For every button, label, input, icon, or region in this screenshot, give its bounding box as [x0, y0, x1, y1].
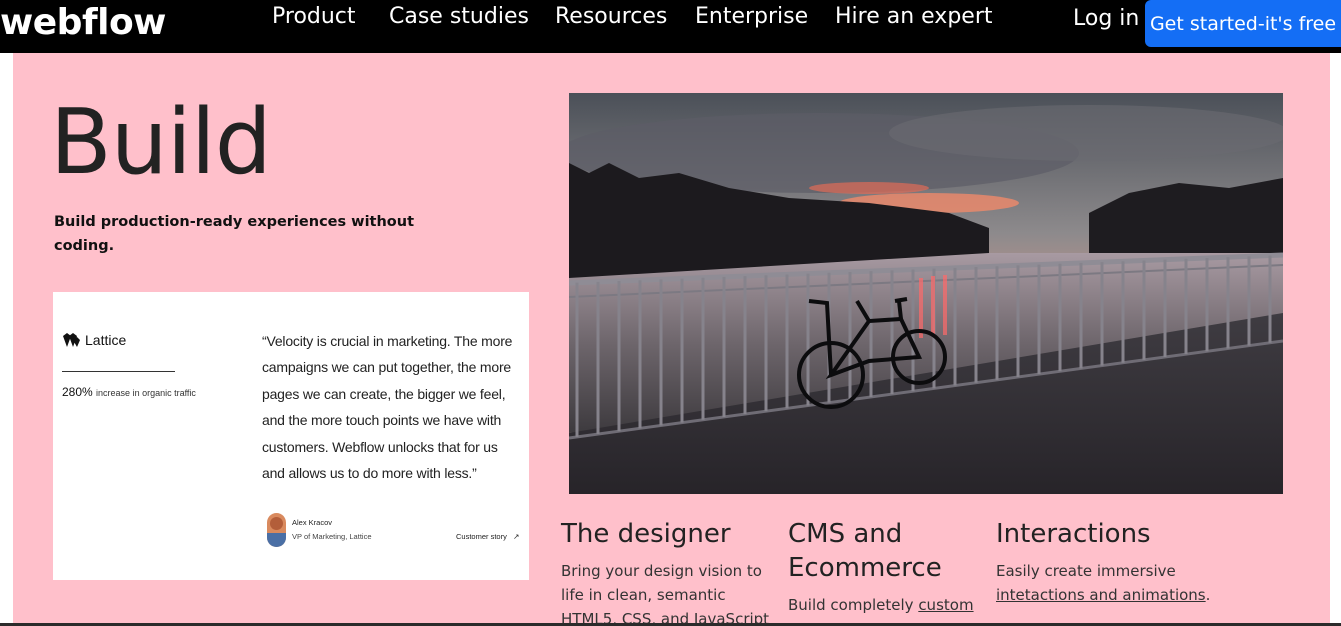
nav-link-resources[interactable]: Resources: [555, 4, 667, 29]
customer-story-label: Customer story: [456, 532, 507, 541]
author-role: VP of Marketing, Lattice: [292, 532, 372, 541]
top-nav: webflow Product Case studies Resources E…: [0, 0, 1341, 53]
hero-photo: [569, 93, 1283, 494]
feature-interactions-text: Easily create immersive intetactions and…: [996, 559, 1236, 607]
custom-link[interactable]: custom: [918, 596, 973, 614]
bridge-bicycle-sunset-image: [569, 93, 1283, 494]
get-started-button[interactable]: Get started-it's free: [1145, 0, 1341, 47]
testimonial-quote: “Velocity is crucial in marketing. The m…: [262, 333, 513, 482]
webflow-logo[interactable]: webflow: [0, 2, 166, 43]
feature-cms-text-pre: Build completely: [788, 596, 919, 614]
avatar: [267, 513, 286, 547]
feature-interactions-title: Interactions: [996, 519, 1151, 549]
lattice-icon: [63, 333, 80, 347]
nav-link-enterprise[interactable]: Enterprise: [695, 4, 808, 29]
lattice-logo: Lattice: [62, 332, 126, 348]
hero-section: Build Build production-ready experiences…: [13, 53, 1330, 626]
stat-line: 280% increase in organic traffic: [62, 385, 196, 399]
feature-designer-title: The designer: [561, 519, 731, 549]
nav-link-case-studies[interactable]: Case studies: [389, 4, 529, 29]
stat-value: 280%: [62, 385, 93, 399]
stat-description: increase in organic traffic: [96, 388, 196, 398]
testimonial-card: Lattice 280% increase in organic traffic…: [53, 292, 529, 580]
feature-designer-text: Bring your design vision to life in clea…: [561, 562, 770, 626]
nav-link-hire-expert[interactable]: Hire an expert: [835, 4, 993, 29]
arrow-up-right-icon: ↗: [508, 532, 520, 541]
login-link[interactable]: Log in: [1073, 6, 1139, 31]
lattice-brand-name: Lattice: [85, 332, 127, 348]
feature-cms-title: CMS and Ecommerce: [788, 519, 942, 583]
feature-interactions-text-pre: Easily create immersive: [996, 562, 1176, 580]
feature-cms-text: Build completely custom: [788, 593, 978, 617]
author-name: Alex Kracov: [292, 518, 333, 527]
customer-story-link[interactable]: Customer story ↗: [456, 532, 519, 541]
feature-interactions-text-post: .: [1205, 586, 1211, 604]
hero-subtitle: Build production-ready experiences witho…: [54, 214, 415, 254]
nav-link-product[interactable]: Product: [272, 4, 356, 29]
card-divider: [62, 371, 175, 372]
hero-title: Build: [50, 90, 272, 195]
interactions-animations-link[interactable]: intetactions and animations: [996, 586, 1206, 604]
